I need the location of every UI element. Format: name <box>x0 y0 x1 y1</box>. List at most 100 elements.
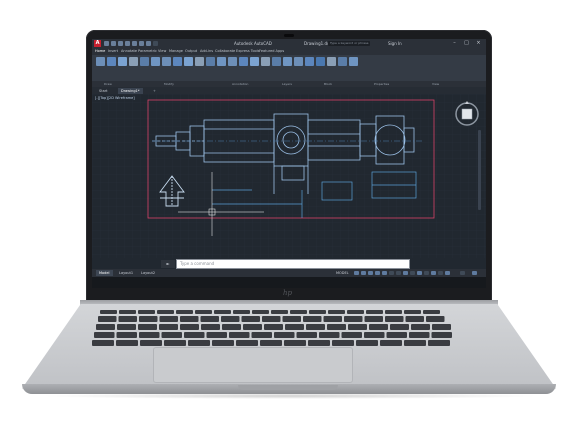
keyboard-key[interactable] <box>119 310 136 314</box>
polyline-tool-icon[interactable] <box>107 57 116 66</box>
touchpad[interactable] <box>153 347 353 383</box>
keyboard-key[interactable] <box>92 340 114 346</box>
line-tool-icon[interactable] <box>96 57 105 66</box>
status-menu-icon[interactable] <box>472 271 477 275</box>
model-space-toggle[interactable]: MODEL <box>336 269 349 277</box>
group-tool-icon[interactable] <box>316 57 325 66</box>
keyboard-key[interactable] <box>284 340 306 346</box>
polar-toggle-icon[interactable] <box>375 271 380 275</box>
tab-home[interactable]: Home <box>95 48 105 55</box>
keyboard-key[interactable] <box>222 324 241 330</box>
keyboard-key[interactable] <box>344 316 363 322</box>
save-as-icon[interactable] <box>125 41 130 46</box>
array-tool-icon[interactable] <box>228 57 237 66</box>
keyboard-key[interactable] <box>271 310 288 314</box>
keyboard-key[interactable] <box>201 324 220 330</box>
keyboard-key[interactable] <box>274 332 295 338</box>
trim-tool-icon[interactable] <box>206 57 215 66</box>
keyboard-key[interactable] <box>290 310 307 314</box>
keyboard-key[interactable] <box>285 324 304 330</box>
keyboard-key[interactable] <box>233 310 250 314</box>
keyboard-key[interactable] <box>100 310 117 314</box>
copy-tool-icon[interactable] <box>151 57 160 66</box>
keyboard-key[interactable] <box>347 310 364 314</box>
clipboard-tool-icon[interactable] <box>338 57 347 66</box>
keyboard-key[interactable] <box>364 316 384 322</box>
keyboard-key[interactable] <box>327 324 346 330</box>
tab-express-tools[interactable]: Express Tools <box>236 48 259 55</box>
tab-manage[interactable]: Manage <box>169 48 183 55</box>
tab-layout1[interactable]: Layout1 <box>116 270 136 276</box>
text-tool-icon[interactable] <box>272 57 281 66</box>
keyboard-key[interactable] <box>348 324 367 330</box>
transparency-toggle-icon[interactable] <box>403 271 408 275</box>
osnap-toggle-icon[interactable] <box>382 271 387 275</box>
keyboard-key[interactable] <box>184 332 205 338</box>
annotation-scale-icon[interactable] <box>417 271 422 275</box>
keyboard-key[interactable] <box>116 332 138 338</box>
dimension-tool-icon[interactable] <box>283 57 292 66</box>
rotate-tool-icon[interactable] <box>173 57 182 66</box>
maximize-icon[interactable]: □ <box>462 39 471 48</box>
keyboard-key[interactable] <box>200 316 220 322</box>
isolate-objects-icon[interactable] <box>438 271 443 275</box>
keyboard-key[interactable] <box>94 332 115 338</box>
snap-toggle-icon[interactable] <box>361 271 366 275</box>
tab-add-ins[interactable]: Add-ins <box>200 48 213 55</box>
tab-output[interactable]: Output <box>185 48 197 55</box>
keyboard-key[interactable] <box>264 324 283 330</box>
tab-view[interactable]: View <box>158 48 166 55</box>
keyboard-key[interactable] <box>252 310 269 314</box>
keyboard-key[interactable] <box>386 332 408 338</box>
keyboard-key[interactable] <box>309 310 326 314</box>
keyboard-key[interactable] <box>282 316 302 322</box>
keyboard-key[interactable] <box>180 324 199 330</box>
keyboard-key[interactable] <box>260 340 282 346</box>
tab-model[interactable]: Model <box>96 270 113 276</box>
scale-tool-icon[interactable] <box>217 57 226 66</box>
explode-tool-icon[interactable] <box>250 57 259 66</box>
keyboard-key[interactable] <box>195 310 212 314</box>
keyboard-key[interactable] <box>117 324 136 330</box>
insert-tool-icon[interactable] <box>305 57 314 66</box>
keyboard-key[interactable] <box>241 316 261 322</box>
keyboard-key[interactable] <box>405 316 425 322</box>
viewcube-icon[interactable] <box>454 101 480 127</box>
keyboard-key[interactable] <box>251 332 273 338</box>
drawing-canvas[interactable] <box>92 94 486 258</box>
keyboard-key[interactable] <box>98 316 117 322</box>
keyboard-key[interactable] <box>380 340 402 346</box>
keyboard-key[interactable] <box>385 316 404 322</box>
workspace-switch-icon[interactable] <box>424 271 429 275</box>
keyboard-key[interactable] <box>159 316 179 322</box>
keyboard-key[interactable] <box>206 332 228 338</box>
keyboard-key[interactable] <box>423 310 440 314</box>
command-line-input[interactable]: ► Type a command <box>161 259 410 269</box>
keyboard-key[interactable] <box>385 310 402 314</box>
keyboard-key[interactable] <box>139 332 160 338</box>
keyboard-key[interactable] <box>366 310 383 314</box>
keyboard-key[interactable] <box>404 310 421 314</box>
keyboard-key[interactable] <box>159 324 178 330</box>
print-icon[interactable] <box>132 41 137 46</box>
keyboard-key[interactable] <box>432 324 451 330</box>
keyboard-key[interactable] <box>431 332 453 338</box>
offset-tool-icon[interactable] <box>261 57 270 66</box>
keyboard-key[interactable] <box>157 310 174 314</box>
arc-tool-icon[interactable] <box>129 57 138 66</box>
circle-tool-icon[interactable] <box>118 57 127 66</box>
keyboard-key[interactable] <box>390 324 409 330</box>
tab-featured-apps[interactable]: Featured Apps <box>259 48 284 55</box>
mirror-tool-icon[interactable] <box>184 57 193 66</box>
keyboard-key[interactable] <box>176 310 193 314</box>
keyboard-key[interactable] <box>164 340 186 346</box>
erase-tool-icon[interactable] <box>239 57 248 66</box>
keyboard-key[interactable] <box>319 332 340 338</box>
tab-annotate[interactable]: Annotate <box>121 48 137 55</box>
tab-parametric[interactable]: Parametric <box>138 48 157 55</box>
tab-insert[interactable]: Insert <box>108 48 118 55</box>
keyboard-key[interactable] <box>96 324 115 330</box>
units-icon[interactable] <box>431 271 436 275</box>
keyboard-key[interactable] <box>139 316 158 322</box>
minimize-icon[interactable]: – <box>450 39 459 48</box>
